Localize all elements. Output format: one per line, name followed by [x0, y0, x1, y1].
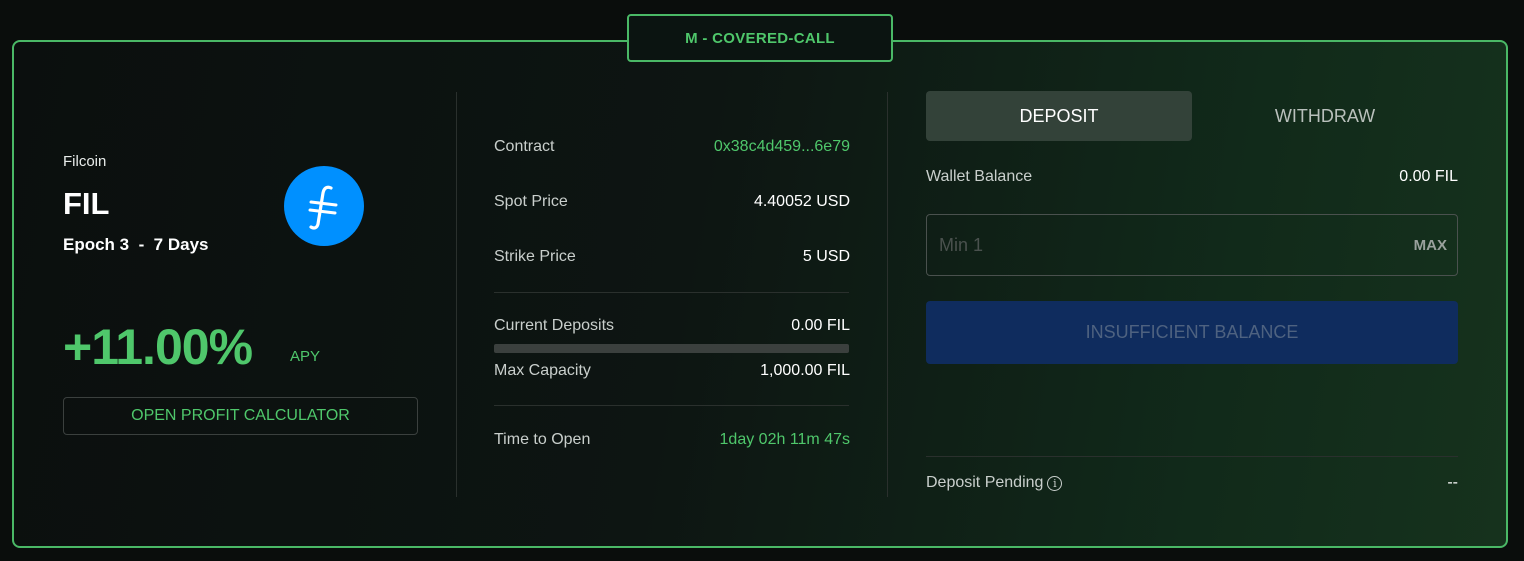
spot-price-value: 4.40052 USD [753, 193, 850, 210]
tab-withdraw[interactable]: WITHDRAW [1192, 91, 1458, 141]
time-to-open-value: 1day 02h 11m 47s [719, 431, 850, 448]
open-profit-calculator-button[interactable]: OPEN PROFIT CALCULATOR [63, 397, 418, 435]
max-button[interactable]: MAX [1414, 237, 1447, 254]
asset-symbol: FIL [63, 186, 110, 221]
deposit-pending-label: Deposit Pending [926, 474, 1044, 491]
apy-value: +11.00% [63, 319, 253, 375]
max-capacity-label: Max Capacity [494, 362, 591, 379]
wallet-balance-row: Wallet Balance 0.00 FIL [926, 168, 1458, 186]
actions-divider [926, 456, 1458, 457]
filecoin-icon [284, 166, 364, 246]
tab-deposit[interactable]: DEPOSIT [926, 91, 1192, 141]
wallet-balance-label: Wallet Balance [926, 168, 1033, 185]
strike-price-label: Strike Price [494, 248, 576, 265]
time-to-open-label: Time to Open [494, 431, 591, 448]
max-capacity-row: Max Capacity 1,000.00 FIL [494, 362, 850, 380]
deposit-pending-label-group: Deposit Pending i [926, 474, 1063, 492]
contract-address-link[interactable]: 0x38c4d459...6e79 [714, 138, 850, 156]
spot-price-label: Spot Price [494, 193, 568, 210]
info-icon[interactable]: i [1047, 475, 1063, 491]
strike-price-value: 5 USD [802, 248, 850, 265]
column-divider-left [456, 92, 457, 497]
contract-label: Contract [494, 138, 555, 155]
strike-price-row: Strike Price 5 USD [494, 248, 850, 266]
apy-label: APY [290, 348, 321, 365]
capacity-progress-bar [494, 344, 849, 353]
amount-input-box: MAX [926, 214, 1458, 276]
current-deposits-row: Current Deposits 0.00 FIL [494, 317, 850, 335]
wallet-balance-value: 0.00 FIL [1399, 168, 1458, 185]
deposit-pending-row: Deposit Pending i -- [926, 474, 1458, 492]
time-to-open-row: Time to Open 1day 02h 11m 47s [494, 431, 850, 449]
spot-price-row: Spot Price 4.40052 USD [494, 193, 850, 211]
column-divider-right [887, 92, 888, 497]
asset-name: Filcoin [63, 153, 107, 170]
current-deposits-value: 0.00 FIL [791, 317, 850, 334]
insufficient-balance-button[interactable]: INSUFFICIENT BALANCE [926, 301, 1458, 364]
deposit-pending-value: -- [1447, 474, 1458, 491]
current-deposits-label: Current Deposits [494, 317, 615, 334]
details-divider-2 [494, 405, 849, 406]
vault-type-tag: M - COVERED-CALL [627, 14, 893, 62]
details-divider-1 [494, 292, 849, 293]
amount-input[interactable] [937, 233, 1414, 257]
epoch-label: Epoch 3 - 7 Days [63, 235, 209, 254]
contract-row: Contract 0x38c4d459...6e79 [494, 138, 850, 156]
max-capacity-value: 1,000.00 FIL [760, 362, 850, 379]
